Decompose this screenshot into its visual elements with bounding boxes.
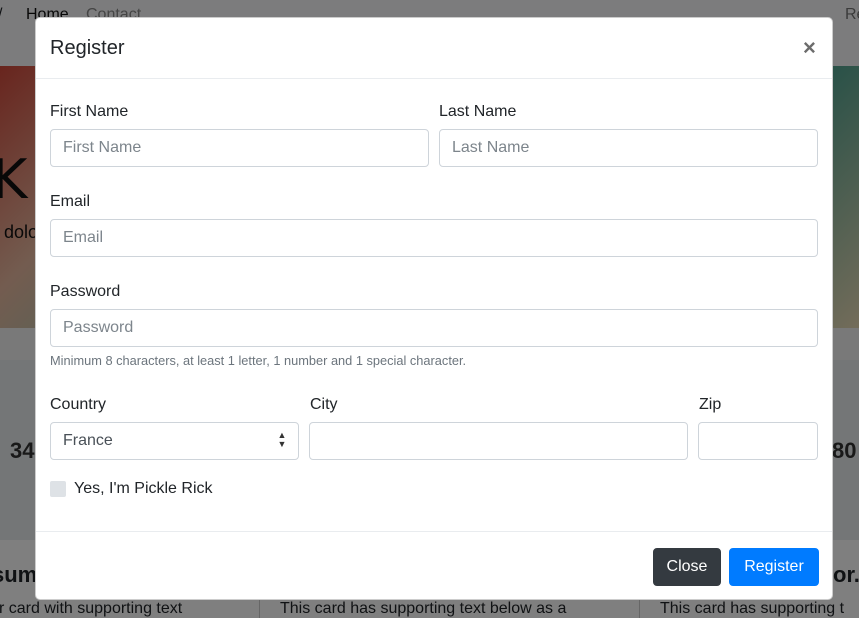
country-select[interactable]: France ▲ ▼ xyxy=(50,422,299,460)
email-input[interactable] xyxy=(50,219,818,257)
zip-label: Zip xyxy=(699,396,722,413)
password-label: Password xyxy=(50,283,121,300)
password-input[interactable] xyxy=(50,309,818,347)
close-button[interactable]: Close xyxy=(653,548,721,586)
password-help-text: Minimum 8 characters, at least 1 letter,… xyxy=(50,353,467,368)
modal-footer: Close Register xyxy=(36,531,832,599)
modal-title: Register xyxy=(50,37,125,59)
country-label: Country xyxy=(50,396,107,413)
register-button[interactable]: Register xyxy=(729,548,819,586)
zip-input[interactable] xyxy=(698,422,818,460)
close-icon[interactable]: × xyxy=(803,36,816,60)
city-label: City xyxy=(310,396,338,413)
first-name-label: First Name xyxy=(50,103,129,120)
first-name-input[interactable] xyxy=(50,129,429,167)
country-selected-value: France xyxy=(63,432,113,449)
pickle-rick-checkbox[interactable] xyxy=(50,481,66,497)
pickle-rick-label[interactable]: Yes, I'm Pickle Rick xyxy=(74,480,213,498)
select-arrows-icon: ▲ ▼ xyxy=(277,430,287,449)
last-name-label: Last Name xyxy=(439,103,517,120)
register-modal: Register × First Name Last Name Email Pa… xyxy=(35,17,833,600)
email-label: Email xyxy=(50,193,91,210)
modal-header: Register × xyxy=(36,18,832,79)
city-input[interactable] xyxy=(309,422,688,460)
last-name-input[interactable] xyxy=(439,129,818,167)
